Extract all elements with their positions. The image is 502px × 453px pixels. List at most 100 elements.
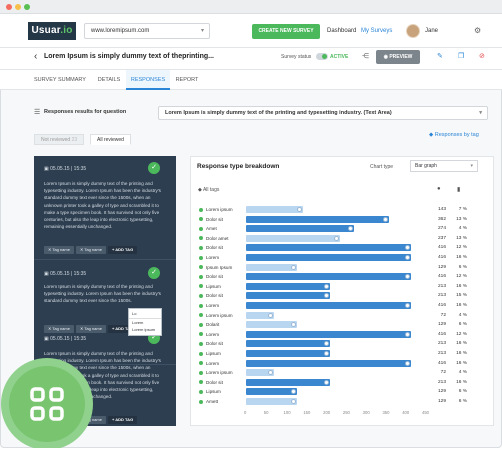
percent-label: 4 % bbox=[458, 370, 467, 376]
category-label: Dolor sit bbox=[206, 274, 223, 280]
category-label: Lorem bbox=[206, 360, 220, 366]
category-label: Lipsum bbox=[206, 351, 221, 356]
chart-bar[interactable] bbox=[246, 215, 390, 223]
category-label: Dolarit bbox=[206, 322, 220, 328]
percent-label: 15 % bbox=[456, 293, 467, 299]
chart-bar[interactable] bbox=[246, 273, 411, 281]
percent-label: 7 % bbox=[458, 207, 467, 212]
value-label: 129 bbox=[437, 389, 446, 395]
value-label: 213 bbox=[437, 379, 446, 385]
chart-bar[interactable] bbox=[246, 263, 298, 271]
percent-label: 6 % bbox=[458, 264, 467, 270]
legend-dot bbox=[199, 332, 203, 337]
percent-label: 12 % bbox=[456, 274, 467, 280]
percent-label: 16 % bbox=[456, 351, 467, 356]
percent-label: 16 % bbox=[456, 360, 467, 366]
x-tick-label: 350 bbox=[382, 410, 390, 415]
legend-dot bbox=[199, 226, 203, 231]
bar-handle bbox=[404, 360, 410, 366]
legend-dot bbox=[199, 303, 203, 308]
bar-handle bbox=[404, 331, 410, 337]
category-label: Dolor sit bbox=[206, 379, 223, 385]
value-label: 143 bbox=[437, 207, 446, 212]
category-label: Lorem bbox=[206, 255, 220, 260]
value-label: 72 bbox=[440, 312, 446, 318]
chart-bar[interactable] bbox=[246, 292, 331, 300]
value-label: 129 bbox=[437, 322, 446, 328]
legend-dot bbox=[199, 207, 203, 212]
value-label: 129 bbox=[437, 264, 446, 270]
chart-bar[interactable] bbox=[246, 282, 331, 290]
chart-bar[interactable] bbox=[246, 388, 298, 396]
category-label: Lorem bbox=[206, 303, 220, 308]
category-label: Lorem bbox=[206, 331, 220, 337]
category-label: Amett bbox=[206, 399, 218, 404]
bar-handle bbox=[404, 255, 410, 260]
chart-bar[interactable] bbox=[246, 350, 331, 357]
chart-bar[interactable] bbox=[246, 398, 298, 405]
category-label: Dolor amet bbox=[206, 235, 229, 241]
percent-label: 13 % bbox=[456, 216, 467, 222]
bar-handle bbox=[333, 235, 339, 241]
percent-label: 16 % bbox=[456, 283, 467, 289]
bar-handle bbox=[296, 207, 302, 212]
value-label: 416 bbox=[437, 331, 446, 337]
value-label: 362 bbox=[437, 216, 446, 222]
legend-dot bbox=[199, 255, 203, 260]
percent-label: 6 % bbox=[458, 399, 467, 404]
value-label: 416 bbox=[437, 303, 446, 308]
chart-bar[interactable] bbox=[246, 359, 411, 367]
value-label: 237 bbox=[437, 235, 446, 241]
chart-bar[interactable] bbox=[246, 378, 331, 386]
value-label: 213 bbox=[437, 283, 446, 289]
x-tick-label: 300 bbox=[362, 410, 370, 415]
x-tick-label: 450 bbox=[422, 410, 429, 415]
percent-label: 16 % bbox=[456, 341, 467, 347]
chart-bar[interactable] bbox=[246, 302, 411, 309]
chart-bar[interactable] bbox=[246, 321, 298, 329]
value-label: 213 bbox=[437, 293, 446, 299]
legend-dot bbox=[199, 322, 203, 327]
category-label: Amet bbox=[206, 226, 217, 232]
percent-label: 6 % bbox=[458, 322, 467, 328]
chart-bar[interactable] bbox=[246, 254, 411, 261]
legend-dot bbox=[199, 265, 203, 270]
value-label: 416 bbox=[437, 245, 446, 251]
category-label: Lorem ipsum bbox=[206, 207, 233, 212]
category-label: Lorem ipsum bbox=[206, 312, 233, 318]
percent-label: 16 % bbox=[456, 303, 467, 308]
legend-dot bbox=[199, 245, 203, 250]
value-label: 129 bbox=[437, 399, 446, 404]
percent-label: 4 % bbox=[458, 226, 467, 232]
x-tick-label: 0 bbox=[244, 410, 247, 415]
percent-label: 12 % bbox=[456, 331, 467, 337]
legend-dot bbox=[199, 274, 203, 279]
percent-label: 12 % bbox=[456, 245, 467, 251]
x-tick-label: 200 bbox=[323, 410, 331, 415]
category-label: Dolor sit bbox=[206, 341, 223, 347]
x-tick-label: 50 bbox=[263, 410, 269, 415]
legend-dot bbox=[199, 370, 203, 375]
chart-bar[interactable] bbox=[246, 330, 411, 338]
category-label: Dolor sit bbox=[206, 216, 223, 222]
legend-dot bbox=[199, 351, 203, 356]
percent-label: 4 % bbox=[458, 312, 467, 318]
grid-badge-icon bbox=[1, 358, 93, 450]
chart-bar[interactable] bbox=[246, 244, 411, 252]
category-label: Lipsum bbox=[206, 389, 221, 395]
chart-bar[interactable] bbox=[246, 206, 303, 213]
percent-label: 13 % bbox=[456, 235, 467, 241]
category-label: Lorem ipsum bbox=[206, 370, 233, 376]
bar-handle bbox=[291, 264, 297, 270]
percent-label: 16 % bbox=[456, 379, 467, 385]
chart-bar[interactable] bbox=[246, 234, 340, 242]
legend-dot bbox=[199, 236, 203, 241]
value-label: 416 bbox=[437, 274, 446, 280]
bar-handle bbox=[404, 303, 410, 308]
chart-bar[interactable] bbox=[246, 225, 355, 233]
app-badge bbox=[0, 356, 94, 450]
legend-dot bbox=[199, 361, 203, 366]
x-tick-label: 250 bbox=[342, 410, 350, 415]
legend-dot bbox=[199, 313, 203, 318]
chart-bar[interactable] bbox=[246, 340, 331, 348]
